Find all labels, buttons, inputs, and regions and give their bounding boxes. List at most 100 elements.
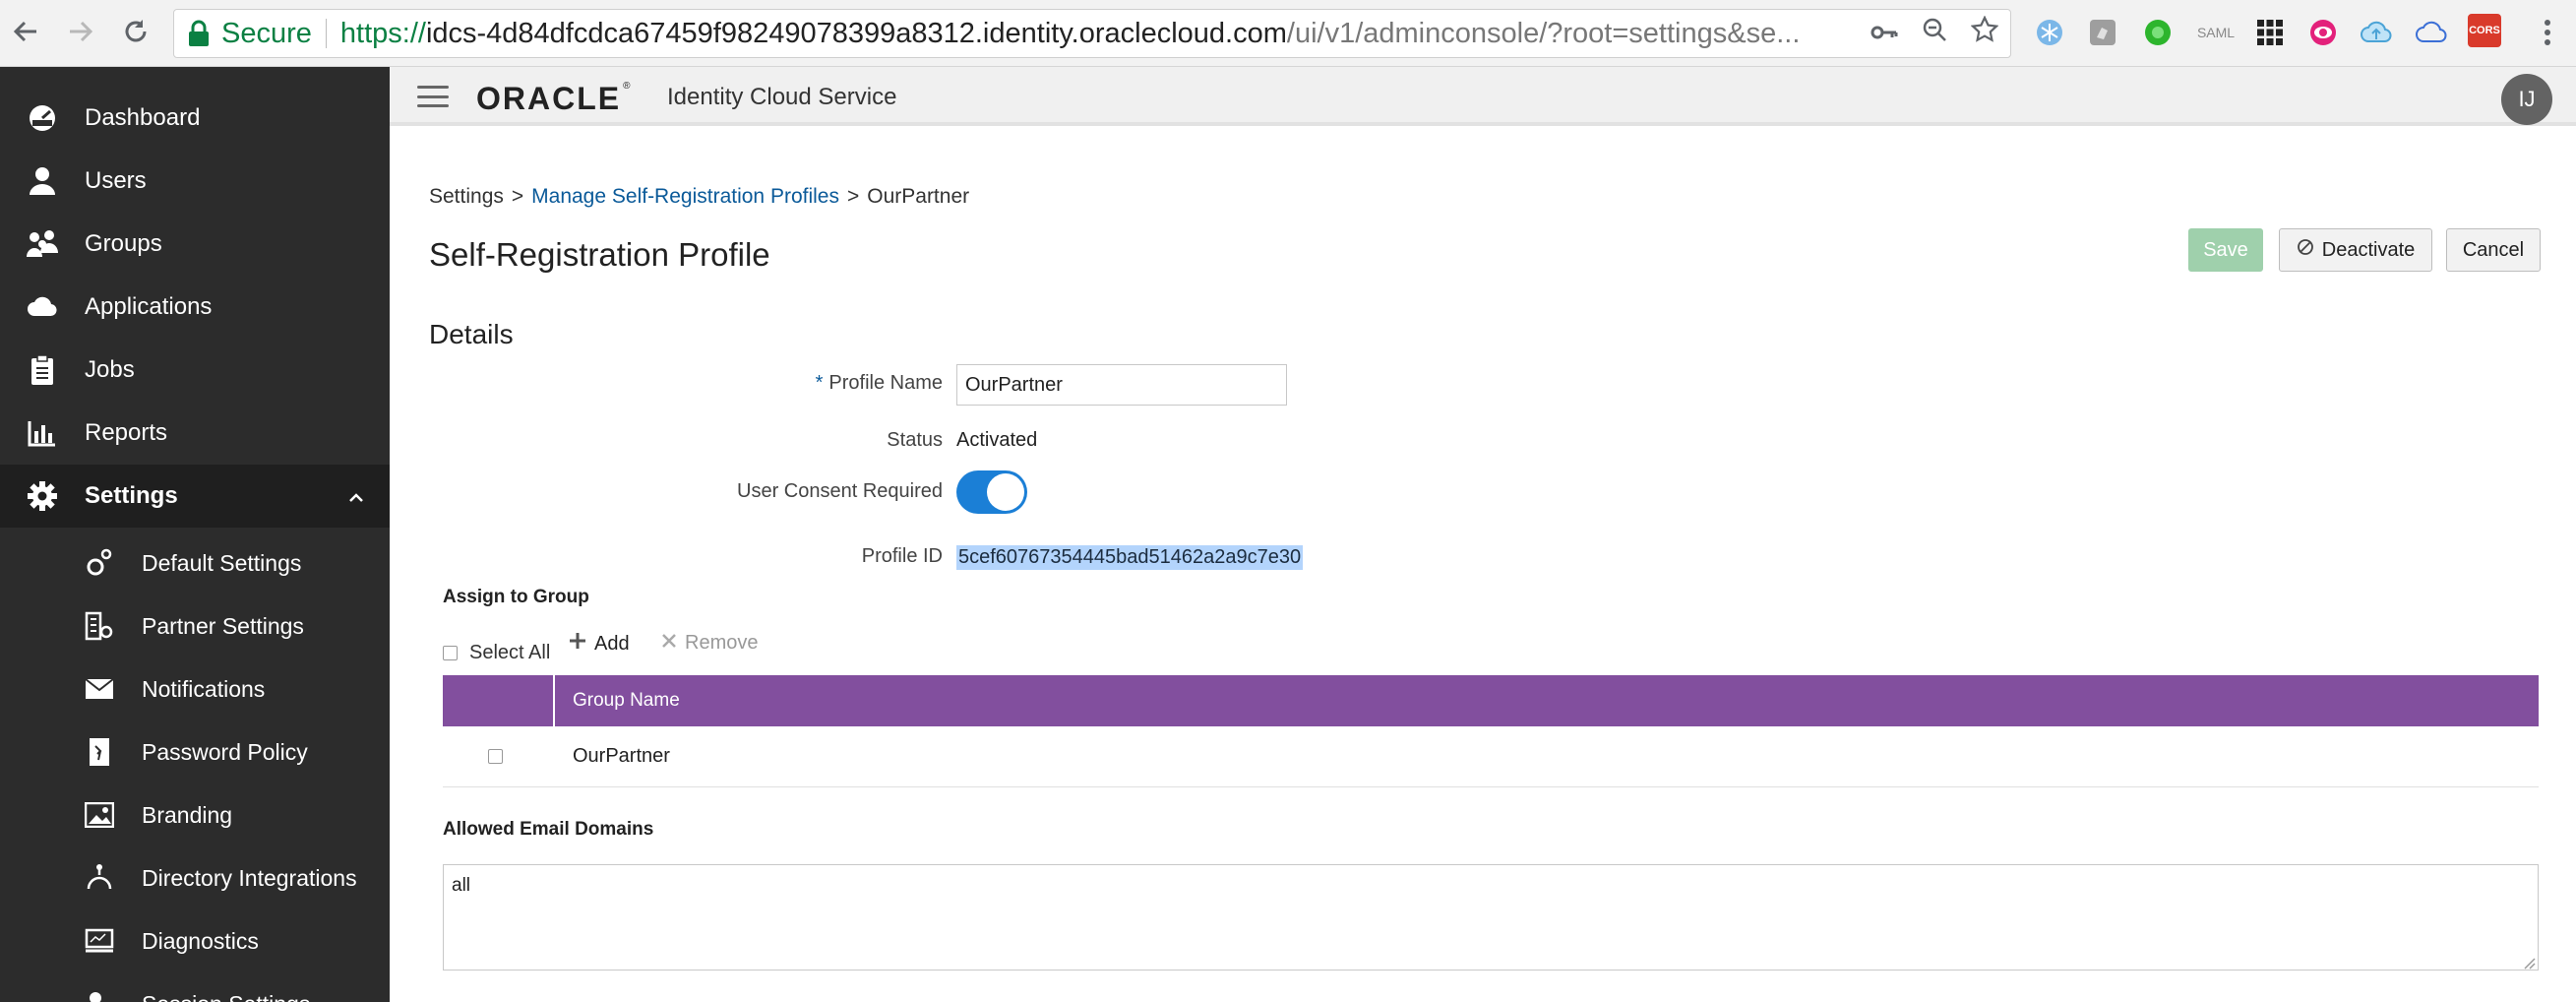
remove-group-button[interactable]: Remove: [661, 632, 758, 655]
url-scheme: https://: [339, 17, 426, 49]
breadcrumb-separator: >: [511, 185, 524, 208]
cancel-button[interactable]: Cancel: [2446, 228, 2541, 272]
status-value: Activated: [956, 429, 1038, 451]
sidebar-sub-label: Diagnostics: [142, 927, 259, 954]
sidebar-label: Users: [85, 167, 147, 194]
resize-handle-icon[interactable]: [2522, 954, 2536, 970]
group-name-cell: OurPartner: [573, 745, 670, 767]
jobs-icon: [26, 353, 59, 387]
assign-group-title: Assign to Group: [443, 587, 589, 607]
sidebar-label: Settings: [85, 482, 178, 509]
user-icon: [26, 164, 59, 198]
page-title: Self-Registration Profile: [429, 236, 770, 273]
profile-name-label: * Profile Name: [647, 372, 943, 395]
zoom-icon[interactable]: [1922, 17, 1947, 50]
oracle-logo: ORACLE ®: [476, 81, 633, 116]
sidebar-item-users[interactable]: Users: [0, 150, 390, 213]
menu-kebab-icon[interactable]: [2529, 14, 2566, 51]
saml-icon[interactable]: SAML: [2192, 14, 2239, 51]
forward-icon[interactable]: [61, 12, 100, 51]
add-label: Add: [594, 632, 630, 655]
toggle-knob: [987, 473, 1024, 511]
consent-label: User Consent Required: [737, 480, 943, 502]
browser-toolbar: Secure https:// idcs-4d84dfcdca67459f982…: [0, 0, 2576, 67]
select-all-checkbox[interactable]: [443, 646, 458, 660]
green-dot-icon[interactable]: [2139, 14, 2177, 51]
logo-text: ORACLE: [476, 81, 622, 116]
sidebar-label: Reports: [85, 419, 168, 446]
eye-icon[interactable]: [2304, 14, 2342, 51]
sidebar-item-groups[interactable]: Groups: [0, 213, 390, 276]
profile-id-value: 5cef60767354445bad51462a2a9c7e30: [956, 545, 1304, 570]
allowed-domains-title: Allowed Email Domains: [443, 819, 654, 840]
close-icon: [661, 632, 677, 655]
sidebar-item-password-policy[interactable]: Password Policy: [0, 720, 390, 783]
sidebar-item-directory-integrations[interactable]: Directory Integrations: [0, 846, 390, 909]
grid-icon[interactable]: [2251, 14, 2289, 51]
sidebar-item-session-settings[interactable]: Session Settings: [0, 972, 390, 1002]
section-title-details: Details: [429, 319, 514, 349]
sidebar-item-applications[interactable]: Applications: [0, 276, 390, 339]
sidebar-item-default-settings[interactable]: Default Settings: [0, 532, 390, 595]
select-all[interactable]: Select All: [443, 642, 550, 664]
row-checkbox[interactable]: [487, 749, 503, 764]
sidebar-item-reports[interactable]: Reports: [0, 402, 390, 465]
plus-icon: [569, 632, 586, 656]
breadcrumb-separator: >: [846, 185, 860, 208]
key-icon[interactable]: [1871, 18, 1898, 50]
sidebar-item-jobs[interactable]: Jobs: [0, 339, 390, 402]
deactivate-button[interactable]: Deactivate: [2279, 228, 2432, 272]
breadcrumb-root: Settings: [429, 185, 504, 208]
reports-icon: [26, 416, 59, 450]
cloud-upload-icon[interactable]: [2358, 14, 2395, 51]
header-checkbox-cell: [443, 675, 555, 726]
partner-icon: [83, 609, 116, 643]
back-icon[interactable]: [6, 12, 45, 51]
sidebar-sub-label: Default Settings: [142, 549, 302, 576]
profile-name-label-text: Profile Name: [828, 372, 943, 394]
save-button[interactable]: Save: [2188, 228, 2263, 272]
cors-icon[interactable]: CORS: [2468, 14, 2501, 47]
directory-icon: [83, 861, 116, 895]
sidebar-item-settings[interactable]: Settings: [0, 465, 390, 528]
snowflake-icon[interactable]: [2031, 14, 2068, 51]
sidebar-item-diagnostics[interactable]: Diagnostics: [0, 909, 390, 972]
sidebar-sub-label: Notifications: [142, 675, 266, 702]
add-group-button[interactable]: Add: [569, 632, 630, 656]
app-header: ORACLE ® Identity Cloud Service IJ: [390, 67, 2576, 126]
cloud-icon[interactable]: [2413, 14, 2450, 51]
sidebar-item-notifications[interactable]: Notifications: [0, 658, 390, 720]
square-icon[interactable]: [2084, 14, 2121, 51]
breadcrumb-link[interactable]: Manage Self-Registration Profiles: [531, 185, 839, 208]
sidebar-item-branding[interactable]: Branding: [0, 783, 390, 846]
address-bar[interactable]: Secure https:// idcs-4d84dfcdca67459f982…: [173, 9, 2011, 58]
profile-name-input[interactable]: [956, 364, 1287, 406]
consent-toggle[interactable]: [956, 470, 1027, 514]
reload-icon[interactable]: [116, 12, 155, 51]
url-path: /ui/v1/adminconsole/?root=settings&se...: [1286, 17, 1801, 49]
hamburger-menu-icon[interactable]: [417, 86, 449, 107]
status-label: Status: [887, 429, 943, 451]
url-host: idcs-4d84dfcdca67459f98249078399a8312.id…: [425, 17, 1287, 49]
bookmark-star-icon[interactable]: [1970, 15, 1999, 51]
sidebar-item-partner-settings[interactable]: Partner Settings: [0, 595, 390, 658]
secure-label: Secure: [221, 17, 312, 49]
profile-id-label: Profile ID: [861, 545, 943, 567]
sidebar-label: Jobs: [85, 356, 135, 383]
column-header-group-name[interactable]: Group Name: [555, 675, 680, 726]
session-icon: [83, 987, 116, 1002]
sidebar-label: Dashboard: [85, 104, 201, 131]
monitor-icon: [83, 924, 116, 958]
remove-label: Remove: [685, 632, 759, 654]
sidebar-sub-label: Partner Settings: [142, 612, 304, 639]
sidebar-item-dashboard[interactable]: Dashboard: [0, 87, 390, 150]
select-all-label: Select All: [469, 642, 551, 663]
sidebar-sub-label: Directory Integrations: [142, 864, 357, 891]
chevron-up-icon[interactable]: [348, 482, 364, 510]
avatar[interactable]: IJ: [2501, 74, 2552, 125]
password-icon: [83, 735, 116, 769]
gears-icon: [83, 546, 116, 580]
table-row[interactable]: OurPartner: [443, 726, 2539, 787]
allowed-domains-textarea[interactable]: all: [443, 864, 2539, 971]
allowed-domains-value: all: [452, 875, 471, 896]
